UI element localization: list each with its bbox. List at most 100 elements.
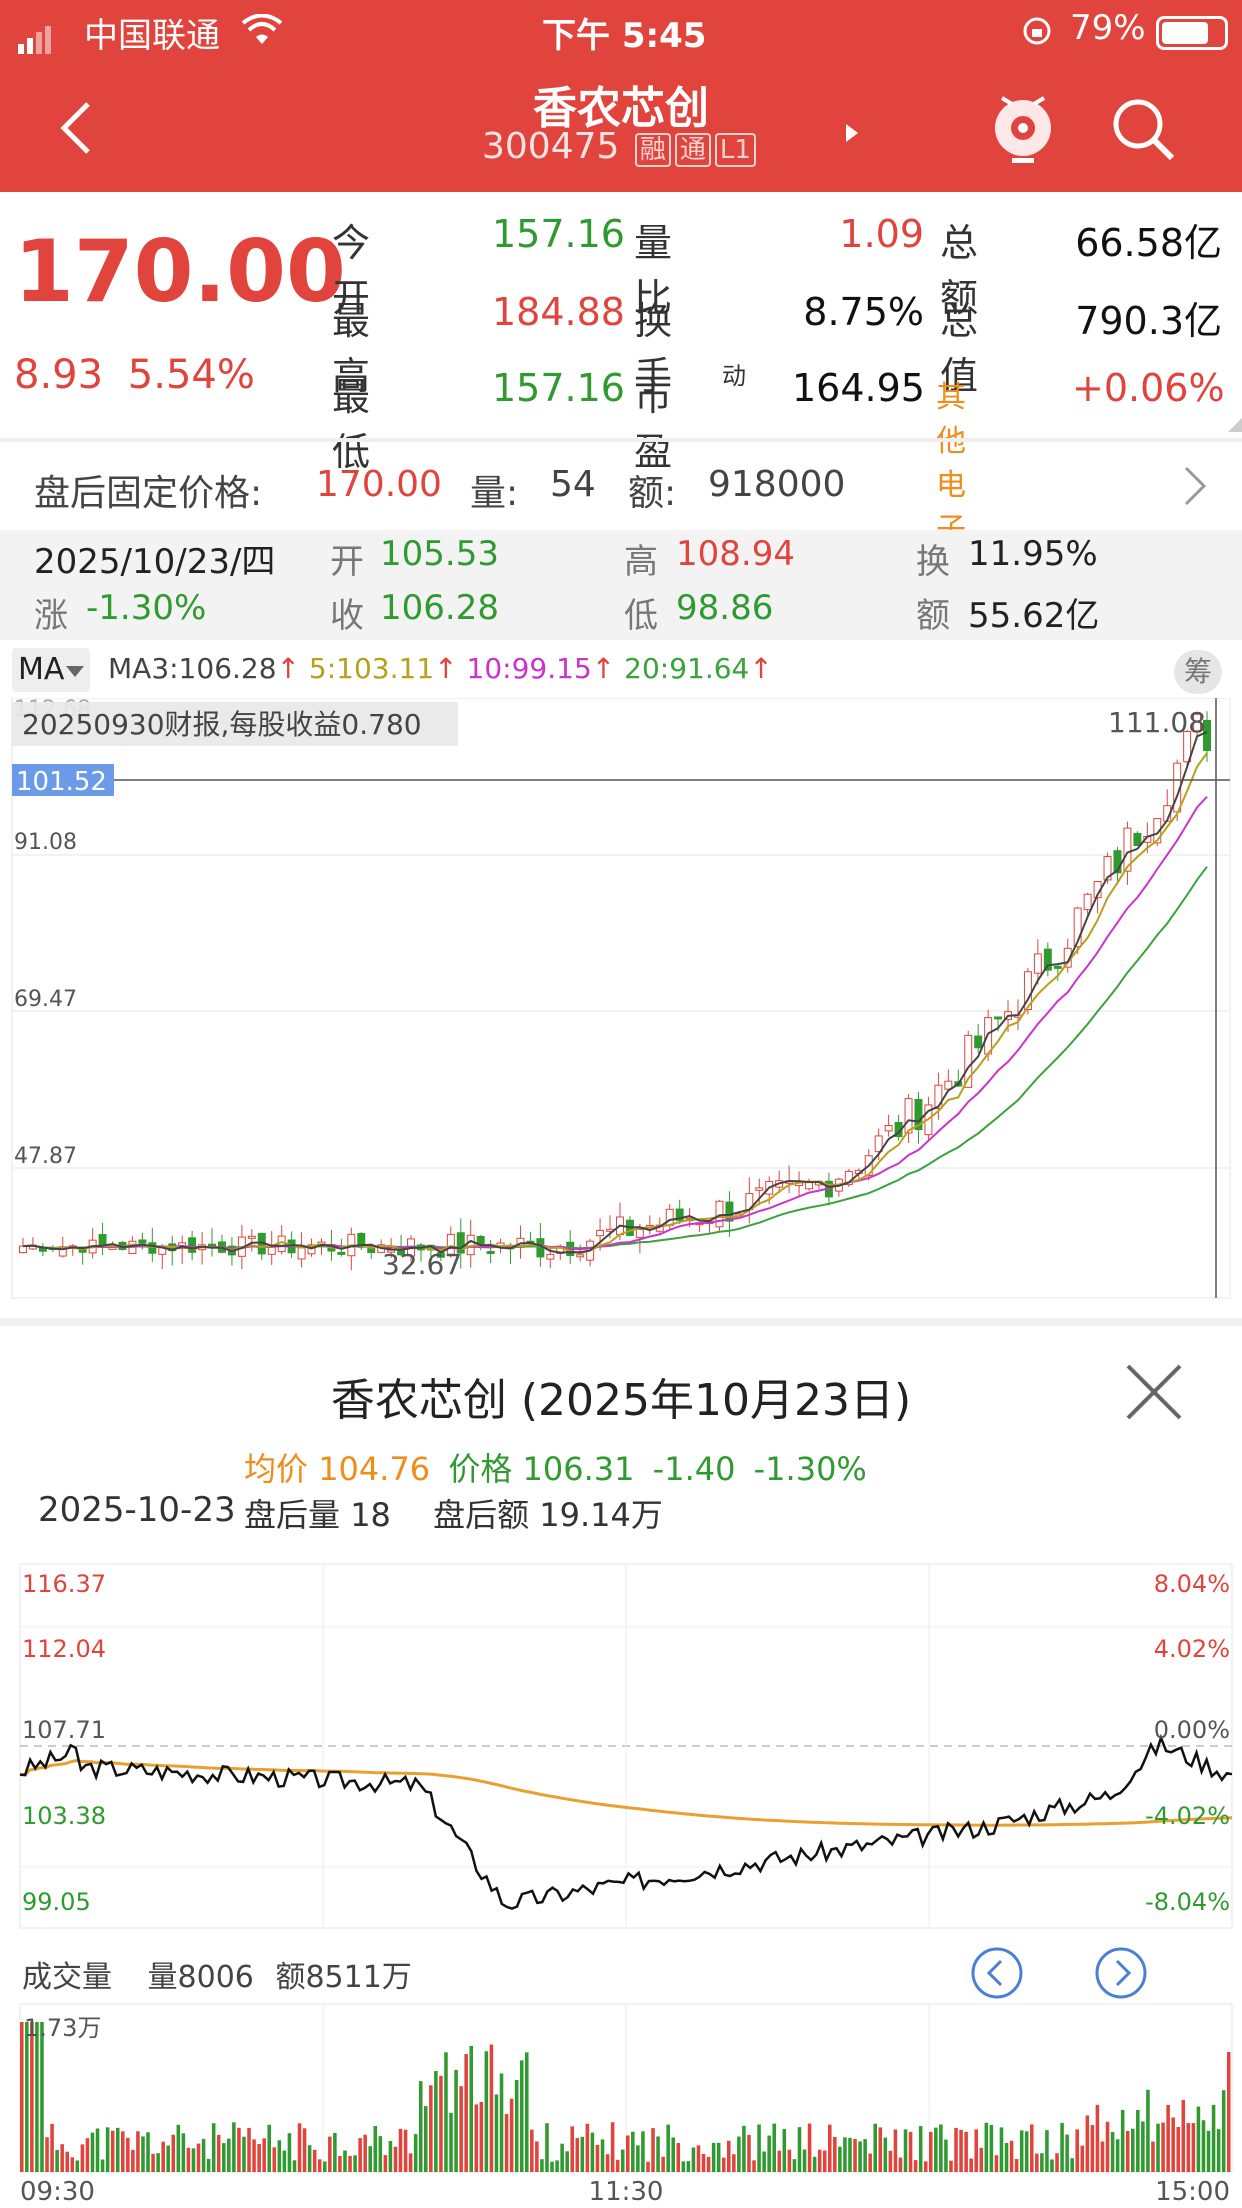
ma10-value: 10:99.15 <box>466 652 592 685</box>
after-hours-vol: 54 <box>550 464 596 505</box>
after-hours-row[interactable]: 盘后固定价格: 170.00 量: 54 额: 918000 <box>0 442 1242 530</box>
popup-info-line-2: 盘后量 18 盘后额 19.14万 <box>244 1490 663 1536</box>
volume-bar <box>565 2151 569 2172</box>
candle <box>1053 965 1062 969</box>
volume-bar <box>721 2157 726 2172</box>
mascot-icon[interactable] <box>990 88 1056 164</box>
candle <box>904 1098 913 1134</box>
close-icon[interactable] <box>1124 1362 1184 1422</box>
volume-bar <box>186 2147 191 2172</box>
earnings-note[interactable]: 20250930财报,每股收益0.780 <box>22 708 422 741</box>
volume-bar <box>429 2085 433 2172</box>
volume-bar <box>610 2122 615 2172</box>
volume-bar <box>732 2154 736 2172</box>
volume-bar <box>1105 2121 1110 2172</box>
volume-bar <box>777 2150 782 2172</box>
volume-bar <box>590 2132 595 2172</box>
volume-bar <box>752 2160 756 2172</box>
volume-bar <box>893 2129 898 2172</box>
value-turnover-amount: 66.58亿 <box>1075 221 1222 265</box>
clock: 下午 5:45 <box>542 16 707 56</box>
volume-chart[interactable]: 1.73万 09:30 11:30 15:00 <box>0 2002 1242 2208</box>
value-high: 184.88 <box>492 290 625 334</box>
stock-code: 300475 <box>482 126 620 167</box>
back-arrow-icon[interactable] <box>58 100 94 156</box>
volume-bar <box>413 2134 418 2172</box>
volume-bar <box>519 2060 524 2172</box>
volume-bar <box>222 2143 226 2172</box>
volume-bar <box>595 2144 600 2172</box>
volume-bar <box>989 2124 994 2172</box>
ah-amt-label: 盘后额 <box>433 1496 530 1534</box>
day-close-label: 收 <box>330 596 364 636</box>
prev-day-button[interactable] <box>970 1946 1024 2000</box>
sector-change: +0.06% <box>1072 366 1225 410</box>
volume-bar <box>681 2161 686 2172</box>
intraday-chart[interactable]: 116.37 112.04 107.71 103.38 99.05 8.04% … <box>0 1562 1242 1942</box>
volume-bar <box>863 2139 867 2172</box>
min-price-label: 32.67 <box>382 1248 462 1281</box>
value-volume-ratio: 1.09 <box>839 212 924 256</box>
volume-bar <box>35 2022 39 2172</box>
popup-date: 2025-10-23 <box>38 1490 236 1530</box>
volume-bar <box>85 2138 90 2172</box>
chip-distribution-button[interactable]: 筹 <box>1174 650 1222 694</box>
volume-bar <box>767 2135 771 2172</box>
chevron-right-icon[interactable] <box>1182 464 1208 508</box>
volume-bar <box>696 2145 701 2172</box>
volume-bar <box>828 2124 832 2172</box>
next-day-button[interactable] <box>1094 1946 1148 2000</box>
day-high: 108.94 <box>676 534 795 574</box>
ma-selector[interactable]: MA <box>12 648 90 692</box>
day-info-panel: 2025/10/23/四 开 105.53 高 108.94 换 11.95% … <box>0 530 1242 640</box>
volume-bar <box>727 2140 731 2172</box>
price-chg: -1.40 <box>652 1450 736 1488</box>
y-left-tick: 103.38 <box>22 1802 106 1830</box>
volume-bar <box>257 2144 261 2172</box>
volume-bar <box>166 2145 170 2172</box>
volume-bar <box>80 2144 85 2172</box>
volume-bar <box>156 2153 160 2172</box>
volume-bar <box>802 2149 807 2172</box>
volume-bar <box>418 2081 423 2172</box>
volume-bar <box>848 2137 852 2172</box>
volume-bar <box>489 2044 494 2172</box>
volume-bar <box>70 2157 75 2172</box>
candle <box>546 1253 555 1260</box>
volume-bar <box>782 2128 787 2172</box>
volume-bar <box>843 2137 847 2172</box>
volume-bar <box>323 2161 327 2172</box>
stock-code-row: 300475 融通 L1 <box>482 126 756 167</box>
volume-bar <box>1065 2134 1069 2172</box>
volume-bar <box>262 2138 266 2172</box>
volume-bar <box>1120 2110 1125 2172</box>
volume-bar <box>287 2133 292 2172</box>
volume-bar <box>747 2134 751 2172</box>
volume-bar <box>1024 2131 1029 2172</box>
after-hours-amt-label: 额: <box>628 473 677 514</box>
volume-bar <box>934 2127 938 2172</box>
volume-bar <box>277 2140 282 2172</box>
y-tick: 69.47 <box>14 987 77 1012</box>
volume-bar <box>620 2149 625 2172</box>
y-left-tick: 99.05 <box>22 1888 91 1916</box>
price-change-row: 8.93 5.54% <box>14 352 255 398</box>
volume-bar <box>100 2159 105 2172</box>
y-left-tick: 116.37 <box>22 1570 106 1598</box>
wifi-icon <box>241 14 283 44</box>
search-icon[interactable] <box>1110 96 1176 162</box>
volume-bar <box>176 2124 181 2172</box>
volume-bar <box>1226 2052 1231 2172</box>
kline-chart[interactable]: 101.52 112.68 20250930财报,每股收益0.780 91.08… <box>0 698 1242 1318</box>
volume-bar <box>252 2139 256 2172</box>
volume-bar <box>873 2123 877 2172</box>
volume-bar <box>75 2160 80 2172</box>
volume-bar <box>550 2161 554 2172</box>
candle <box>267 1246 276 1255</box>
volume-bar <box>479 2102 484 2172</box>
volume-bar <box>65 2151 69 2172</box>
play-triangle-icon[interactable] <box>844 122 860 144</box>
volume-bar <box>984 2122 989 2172</box>
candle <box>18 1245 27 1254</box>
volume-bar <box>403 2129 408 2172</box>
